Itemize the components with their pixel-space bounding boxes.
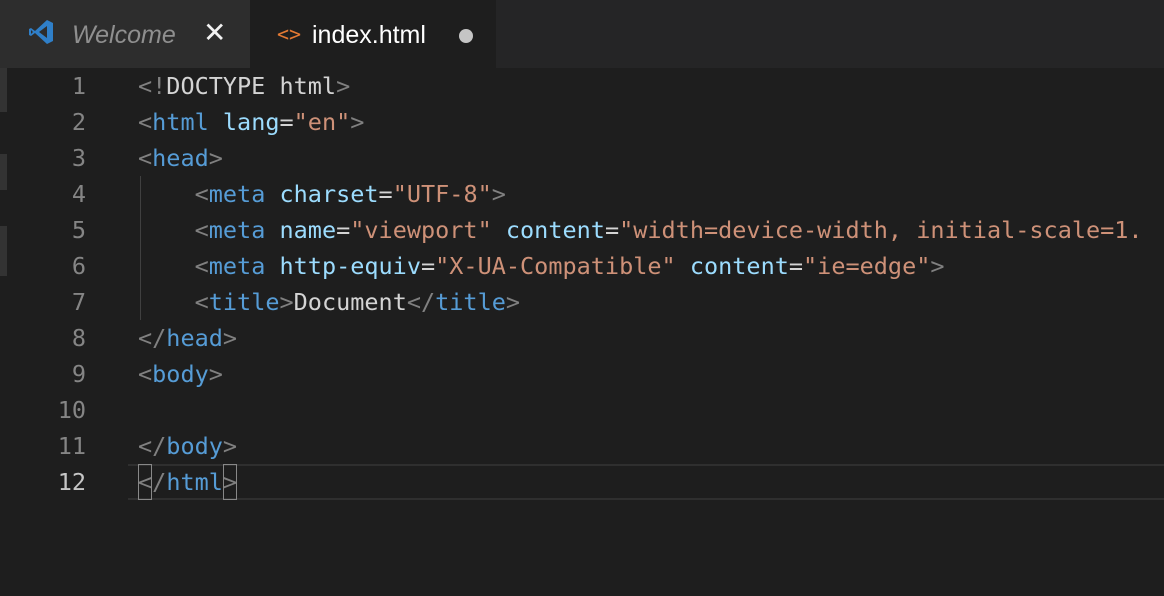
code-token: /	[152, 468, 167, 496]
code-line[interactable]: <html lang="en">	[138, 104, 364, 140]
code-token: =	[378, 180, 393, 208]
code-token: </	[138, 324, 167, 352]
code-token: >	[930, 252, 945, 280]
line-number: 12	[57, 468, 86, 496]
code-token: content	[505, 216, 605, 244]
tab-label-index-html: index.html	[312, 21, 426, 49]
code-token: >	[491, 180, 506, 208]
code-token: >	[208, 360, 223, 388]
code-token: </	[138, 432, 167, 460]
code-line[interactable]: <meta name="viewport" content="width=dev…	[138, 212, 1143, 248]
vscode-logo-icon	[29, 20, 53, 44]
line-number: 6	[71, 252, 86, 280]
line-number: 10	[57, 396, 86, 424]
code-token: meta	[208, 180, 266, 208]
html-file-icon: <>	[277, 22, 302, 46]
code-line[interactable]: <title>Document</title>	[138, 284, 520, 320]
code-token: =	[336, 216, 351, 244]
code-token: "ie=edge"	[803, 252, 931, 280]
code-line[interactable]: <meta charset="UTF-8">	[138, 176, 506, 212]
code-token: <	[194, 252, 209, 280]
code-token: >	[222, 324, 238, 352]
code-token: =	[420, 252, 436, 280]
code-token: =	[604, 216, 620, 244]
line-number: 7	[71, 288, 86, 316]
code-token: <	[194, 288, 209, 316]
line-number: 9	[71, 360, 86, 388]
code-token: title	[208, 288, 280, 316]
code-token: >	[336, 72, 351, 100]
code-token: html	[166, 468, 223, 496]
code-token: >	[208, 144, 223, 172]
code-token: <	[194, 180, 209, 208]
code-token: charset	[279, 180, 379, 208]
line-number: 2	[71, 108, 86, 136]
code-token: <	[194, 216, 209, 244]
code-token: </	[406, 288, 436, 316]
code-token: <!	[138, 72, 167, 100]
code-token: head	[166, 324, 223, 352]
code-token: >	[222, 432, 238, 460]
code-token: >	[350, 108, 365, 136]
code-token: >	[279, 288, 294, 316]
code-token: body	[152, 360, 209, 388]
tab-bar: Welcome ✕ <> index.html	[0, 0, 1164, 68]
code-line[interactable]: </html>	[138, 464, 238, 500]
code-line[interactable]: <meta http-equiv="X-UA-Compatible" conte…	[138, 248, 945, 284]
code-token: =	[788, 252, 804, 280]
code-token: "viewport"	[350, 216, 492, 244]
line-number: 3	[71, 144, 86, 172]
line-number: 8	[71, 324, 86, 352]
code-token: http-equiv	[279, 252, 421, 280]
line-number: 5	[71, 216, 86, 244]
code-line[interactable]: <!DOCTYPE html>	[138, 68, 350, 104]
code-token: body	[166, 432, 223, 460]
code-token: meta	[208, 216, 266, 244]
code-token: content	[689, 252, 789, 280]
line-number: 4	[71, 180, 86, 208]
tab-welcome[interactable]: Welcome ✕	[0, 0, 250, 68]
code-token: =	[279, 108, 294, 136]
tab-label-welcome: Welcome	[72, 21, 176, 49]
code-token: html	[152, 108, 209, 136]
code-token: lang	[222, 108, 280, 136]
code-token: "width=device-width, initial-scale=1.	[619, 216, 1143, 244]
close-icon[interactable]: ✕	[203, 18, 226, 48]
code-token: title	[435, 288, 506, 316]
code-token: <	[138, 144, 153, 172]
unsaved-changes-dot-icon[interactable]	[459, 29, 473, 43]
matched-bracket: <	[138, 464, 153, 500]
code-token: "en"	[293, 108, 351, 136]
code-token: DOCTYPE html	[166, 72, 337, 100]
code-token: <	[138, 360, 153, 388]
code-token: "X-UA-Compatible"	[435, 252, 676, 280]
code-line[interactable]: <head>	[138, 140, 223, 176]
code-token: meta	[208, 252, 266, 280]
code-editor[interactable]: 1 2 3 4 5 6 7 8 9 10 11 12 <!DOCTYPE html> <html lan…	[0, 68, 1164, 596]
code-line[interactable]: </head>	[138, 320, 237, 356]
code-token: >	[505, 288, 521, 316]
code-token: name	[279, 216, 337, 244]
code-token: "UTF-8"	[392, 180, 492, 208]
code-token: Document	[293, 288, 407, 316]
code-line[interactable]: </body>	[138, 428, 237, 464]
line-number: 1	[71, 72, 86, 100]
line-number: 11	[57, 432, 86, 460]
code-token: head	[152, 144, 209, 172]
code-token: <	[138, 108, 153, 136]
tab-index-html[interactable]: <> index.html	[250, 0, 496, 68]
matched-bracket: >	[222, 464, 238, 500]
current-line-highlight	[128, 464, 1164, 500]
code-line[interactable]: <body>	[138, 356, 223, 392]
